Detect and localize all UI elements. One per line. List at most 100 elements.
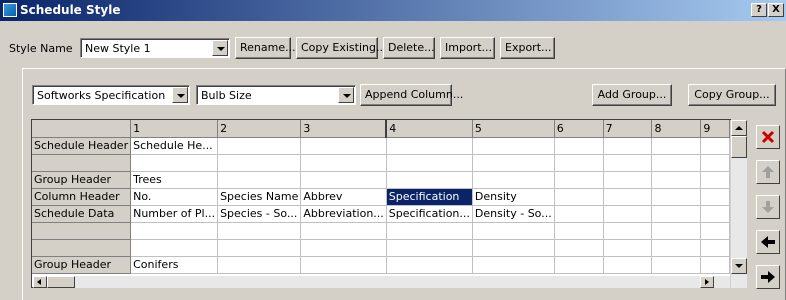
grid-cell[interactable] bbox=[700, 239, 730, 257]
grid-cell[interactable]: Number of Pl... bbox=[130, 205, 219, 223]
grid-cell[interactable] bbox=[554, 205, 604, 223]
grid-cell[interactable] bbox=[300, 171, 387, 189]
grid-cell[interactable] bbox=[603, 239, 653, 257]
row-type-header[interactable]: Schedule Data bbox=[32, 205, 132, 223]
grid-cell[interactable] bbox=[700, 154, 730, 172]
grid-cell[interactable]: Conifers bbox=[130, 256, 219, 274]
grid-cell[interactable] bbox=[554, 256, 604, 274]
grid-cell[interactable] bbox=[651, 205, 702, 223]
chevron-down-icon[interactable] bbox=[172, 87, 188, 103]
grid-cell[interactable] bbox=[651, 171, 702, 189]
grid-cell[interactable] bbox=[472, 137, 555, 155]
grid-cell[interactable]: Density bbox=[472, 188, 555, 206]
column-number-header[interactable]: 9 bbox=[700, 120, 730, 138]
grid-cell[interactable] bbox=[130, 154, 219, 172]
rename-button[interactable]: Rename... bbox=[235, 37, 296, 59]
grid-cell[interactable] bbox=[217, 154, 302, 172]
grid-cell[interactable]: Density - So... bbox=[472, 205, 555, 223]
grid-cell[interactable] bbox=[651, 222, 702, 240]
specification-select[interactable]: Softworks Specification bbox=[32, 85, 190, 105]
grid-cell[interactable] bbox=[217, 171, 302, 189]
grid-cell[interactable] bbox=[472, 222, 555, 240]
append-column-button[interactable]: Append Column... bbox=[360, 84, 463, 106]
move-up-button[interactable] bbox=[756, 160, 780, 184]
grid-cell[interactable] bbox=[554, 171, 604, 189]
grid-cell[interactable] bbox=[651, 256, 702, 274]
move-left-button[interactable] bbox=[756, 230, 780, 254]
grid-cell[interactable] bbox=[603, 188, 653, 206]
scroll-down-button[interactable] bbox=[731, 258, 747, 274]
grid-cell[interactable] bbox=[603, 205, 653, 223]
grid-cell[interactable] bbox=[651, 154, 702, 172]
grid-cell[interactable] bbox=[554, 137, 604, 155]
grid-cell[interactable] bbox=[603, 171, 653, 189]
copy-group-button[interactable]: Copy Group... bbox=[688, 84, 776, 106]
grid-cell[interactable]: No. bbox=[130, 188, 219, 206]
grid-cell[interactable] bbox=[651, 137, 702, 155]
grid-cell[interactable] bbox=[554, 154, 604, 172]
row-type-header[interactable] bbox=[32, 239, 132, 257]
grid-cell[interactable] bbox=[603, 137, 653, 155]
grid-cell[interactable] bbox=[554, 239, 604, 257]
add-group-button[interactable]: Add Group... bbox=[592, 84, 672, 106]
row-type-header[interactable] bbox=[32, 154, 132, 172]
grid-cell[interactable] bbox=[472, 239, 555, 257]
grid-cell[interactable] bbox=[217, 256, 302, 274]
grid-cell[interactable] bbox=[603, 154, 653, 172]
export-button[interactable]: Export... bbox=[500, 37, 555, 59]
grid-cell[interactable] bbox=[130, 222, 219, 240]
grid-cell[interactable] bbox=[603, 222, 653, 240]
chevron-down-icon[interactable] bbox=[338, 87, 354, 103]
move-right-button[interactable] bbox=[756, 265, 780, 289]
grid-cell[interactable] bbox=[700, 256, 730, 274]
grid-cell[interactable] bbox=[300, 154, 387, 172]
grid-cell[interactable] bbox=[386, 256, 473, 274]
grid-cell[interactable] bbox=[217, 222, 302, 240]
chevron-down-icon[interactable] bbox=[212, 40, 228, 56]
row-type-header[interactable]: Schedule Header bbox=[32, 137, 132, 155]
column-number-header[interactable]: 7 bbox=[603, 120, 653, 138]
horizontal-scroll-thumb[interactable] bbox=[47, 276, 75, 288]
row-type-header[interactable]: Group Header bbox=[32, 256, 132, 274]
grid-cell[interactable] bbox=[386, 171, 473, 189]
horizontal-scrollbar[interactable] bbox=[33, 276, 730, 288]
style-name-select[interactable]: New Style 1 bbox=[80, 38, 230, 58]
grid-cell[interactable] bbox=[217, 239, 302, 257]
column-number-header[interactable]: 6 bbox=[554, 120, 604, 138]
grid-cell[interactable] bbox=[651, 239, 702, 257]
help-button[interactable]: ? bbox=[751, 3, 767, 17]
grid-cell[interactable]: Specification... bbox=[386, 205, 473, 223]
grid-cell[interactable] bbox=[300, 256, 387, 274]
grid-cell[interactable]: Abbreviation... bbox=[300, 205, 387, 223]
vertical-scroll-thumb[interactable] bbox=[731, 136, 747, 158]
grid-cell[interactable]: Trees bbox=[130, 171, 219, 189]
grid-cell[interactable] bbox=[700, 171, 730, 189]
grid-cell[interactable] bbox=[651, 188, 702, 206]
grid-cell[interactable] bbox=[700, 137, 730, 155]
move-down-button[interactable] bbox=[756, 195, 780, 219]
grid-cell[interactable] bbox=[386, 239, 473, 257]
grid-cell[interactable] bbox=[386, 154, 473, 172]
grid-cell[interactable]: Species - So... bbox=[217, 205, 302, 223]
column-number-header[interactable]: 5 bbox=[472, 120, 555, 138]
grid-cell[interactable] bbox=[603, 256, 653, 274]
grid-cell[interactable]: Abbrev bbox=[300, 188, 387, 206]
grid-cell[interactable]: Specification bbox=[386, 188, 473, 206]
vertical-scrollbar[interactable] bbox=[730, 120, 747, 288]
grid-cell[interactable]: Species Name bbox=[217, 188, 302, 206]
column-number-header[interactable]: 1 bbox=[130, 120, 219, 138]
grid-cell[interactable] bbox=[386, 222, 473, 240]
grid-cell[interactable] bbox=[386, 137, 473, 155]
grid-cell[interactable] bbox=[472, 256, 555, 274]
field-select[interactable]: Bulb Size bbox=[196, 85, 356, 105]
scroll-up-button[interactable] bbox=[731, 120, 747, 136]
grid-cell[interactable] bbox=[700, 222, 730, 240]
delete-column-button[interactable] bbox=[756, 125, 780, 149]
column-number-header[interactable]: 3 bbox=[300, 120, 387, 138]
grid-cell[interactable] bbox=[554, 188, 604, 206]
import-button[interactable]: Import... bbox=[440, 37, 495, 59]
row-type-header[interactable]: Column Header bbox=[32, 188, 132, 206]
close-button[interactable]: X bbox=[768, 3, 784, 17]
schedule-grid[interactable]: 1 2 3 4 5 6 7 8 9 Schedule Header Schedule He... Gr… bbox=[31, 119, 731, 288]
grid-cell[interactable] bbox=[472, 171, 555, 189]
